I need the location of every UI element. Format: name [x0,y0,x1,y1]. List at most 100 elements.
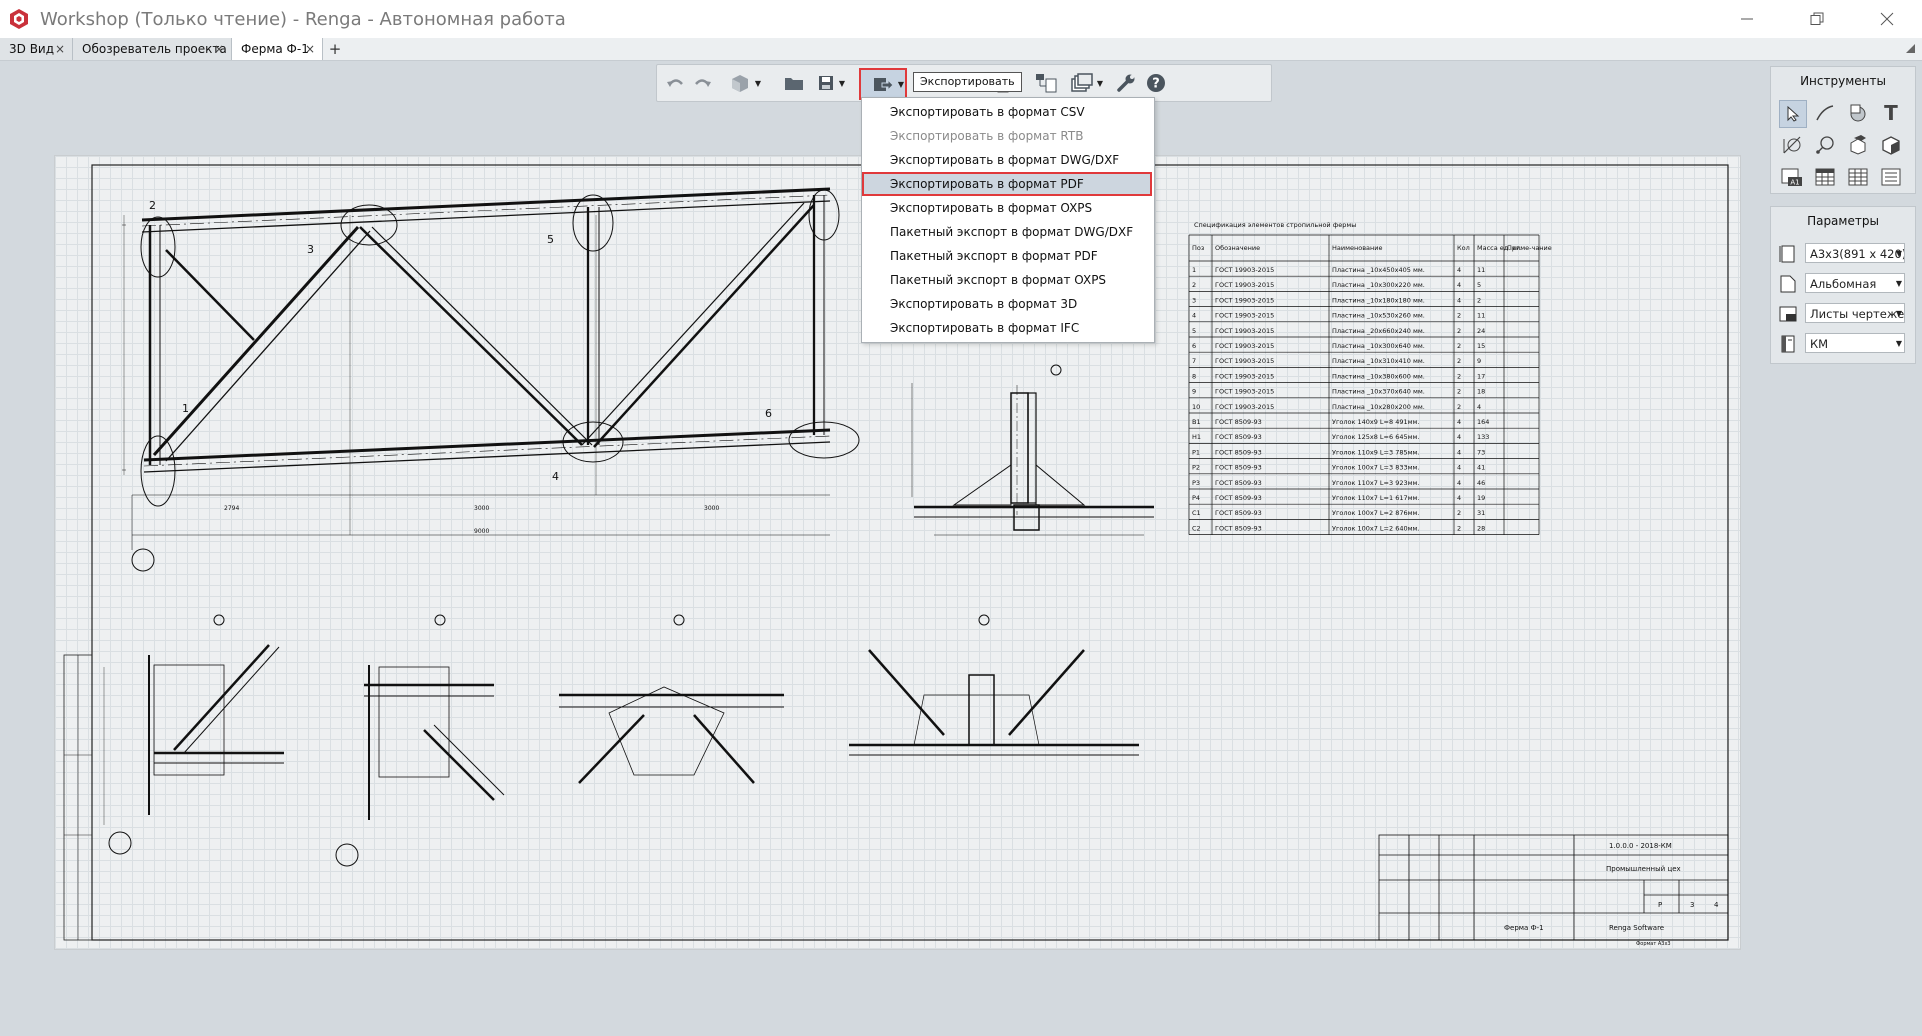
spec-cell: 4 [1457,418,1461,426]
mark-select[interactable]: КМ ▼ [1805,333,1905,353]
spec-cell: Уголок 100х7 L=2 640мм. [1332,524,1419,532]
spec-cell: 164 [1477,418,1489,426]
window-title: Workshop (Только чтение) - Renga - Автон… [40,8,566,30]
menu-item-export-dwg-dxf[interactable]: Экспортировать в формат DWG/DXF [862,148,1152,172]
spec-cell: Уголок 110х7 L=3 923мм. [1332,479,1419,487]
tab-list-icon[interactable] [1906,44,1916,54]
tab-close-icon[interactable]: × [305,42,315,56]
spec-cell: ГОСТ 19903-2015 [1215,403,1274,411]
tab-close-icon[interactable]: × [55,42,65,56]
sheet-format-select[interactable]: А3х3(891 х 420) ▼ [1805,243,1905,263]
spec-table-tool[interactable] [1845,164,1871,190]
layout-icon [1036,74,1057,93]
view-cube-dropdown[interactable]: ▼ [753,70,763,96]
save-dropdown[interactable]: ▼ [837,70,847,96]
save-button[interactable] [813,70,839,96]
hatch-icon [1850,104,1866,122]
export-button[interactable]: ▼ [859,68,907,100]
view-tool[interactable] [1845,132,1871,158]
3d-view-tool[interactable] [1878,132,1904,158]
spec-cell: ГОСТ 19903-2015 [1215,372,1274,380]
menu-item-batch-export-dwg-dxf[interactable]: Пакетный экспорт в формат DWG/DXF [862,220,1152,244]
export-menu: Экспортировать в формат CSV Экспортироват… [861,97,1155,343]
spec-cell: 2 [1457,312,1461,320]
stamp-tool[interactable]: A1 [1779,164,1805,190]
tab-truss-f1[interactable]: Ферма Ф-1 × [232,38,323,60]
spec-cell: 73 [1477,448,1485,456]
add-tab-button[interactable]: + [324,38,346,60]
spec-cell: 4 [1457,296,1461,304]
truss-callouts: 1 2 3 4 5 6 [149,199,772,483]
hatch-tool[interactable] [1845,100,1871,126]
list-icon [1881,168,1901,186]
redo-button[interactable] [689,70,715,96]
minimize-button[interactable] [1712,0,1782,38]
spec-cell: Уголок 125х8 L=6 645мм. [1332,433,1419,441]
tab-project-explorer[interactable]: Обозреватель проекта × [73,38,232,60]
menu-item-batch-export-pdf[interactable]: Пакетный экспорт в формат PDF [862,244,1152,268]
views-button[interactable] [1069,70,1095,96]
menu-item-export-oxps[interactable]: Экспортировать в формат OXPS [862,196,1152,220]
spec-cell: 2 [1457,357,1461,365]
box-view-icon [1850,135,1866,155]
cube-3d-icon [1882,136,1900,155]
view-cube-button[interactable] [727,70,753,96]
menu-item-export-pdf[interactable]: Экспортировать в формат PDF [862,172,1152,196]
tools-panel-title: Инструменты [1800,74,1886,88]
menu-item-export-csv[interactable]: Экспортировать в формат CSV [862,100,1152,124]
tb-stage: Р [1658,901,1662,909]
open-button[interactable] [781,70,807,96]
tb-format: Формат A3x3 [1636,941,1671,947]
export-icon [874,78,893,92]
spec-cell: 4 [1477,403,1481,411]
callout-5: 5 [547,233,554,246]
stamp-param: Листы чертежей ▼ [1779,303,1909,325]
leader-tool[interactable] [1812,132,1838,158]
spec-cell: 4 [1457,464,1461,472]
spec-cell: ГОСТ 19903-2015 [1215,281,1274,289]
minimize-icon [1741,18,1753,20]
spec-cell: 3 [1192,296,1196,304]
line-tool[interactable] [1812,100,1838,126]
spec-header-cell: Кол [1457,244,1470,252]
spec-cell: В1 [1192,418,1201,426]
select-tool[interactable] [1779,100,1807,128]
parameters-panel: Параметры А3х3(891 х 420) ▼ Альбомная ▼ Ли… [1770,206,1916,364]
stamp-select[interactable]: Листы чертежей ▼ [1805,303,1905,323]
spec-cell: 133 [1477,433,1489,441]
svg-text:?: ? [1152,77,1160,92]
views-dropdown[interactable]: ▼ [1095,70,1105,96]
orientation-select[interactable]: Альбомная ▼ [1805,273,1905,293]
list-tool[interactable] [1878,164,1904,190]
spec-cell: 11 [1477,266,1485,274]
tab-close-icon[interactable]: × [214,42,224,56]
spec-cell: 1 [1192,266,1196,274]
dim-2: 3000 [474,505,489,512]
spec-cell: ГОСТ 8509-93 [1215,464,1262,472]
callout-4: 4 [552,470,559,483]
text-tool[interactable]: T [1878,100,1904,126]
restore-button[interactable] [1782,0,1852,38]
undo-button[interactable] [663,70,689,96]
table-tool[interactable] [1812,164,1838,190]
dimension-tool[interactable] [1779,132,1805,158]
spec-cell: ГОСТ 8509-93 [1215,479,1262,487]
tab-3d-view[interactable]: 3D Вид × [0,38,73,60]
callout-6: 6 [765,407,772,420]
spec-cell: 4 [1457,266,1461,274]
dim-3: 3000 [704,505,719,512]
menu-item-export-rtb: Экспортировать в формат RTB [890,129,1084,143]
truss-elevation [122,187,860,572]
spec-cell: Н1 [1192,433,1201,441]
menu-item-batch-export-oxps[interactable]: Пакетный экспорт в формат OXPS [862,268,1152,292]
help-button[interactable]: ? [1143,70,1169,96]
spec-cell: Пластина _10х310х410 мм. [1332,357,1425,365]
line-icon [1816,105,1834,121]
layout-button[interactable] [1033,70,1059,96]
menu-item-export-ifc[interactable]: Экспортировать в формат IFC [862,316,1152,340]
menu-item-export-3d[interactable]: Экспортировать в формат 3D [862,292,1152,316]
spec-cell: Пластина _20х660х240 мм. [1332,327,1425,335]
close-button[interactable] [1852,0,1922,38]
spec-cell: Уголок 100х7 L=3 833мм. [1332,464,1419,472]
settings-button[interactable] [1113,70,1139,96]
